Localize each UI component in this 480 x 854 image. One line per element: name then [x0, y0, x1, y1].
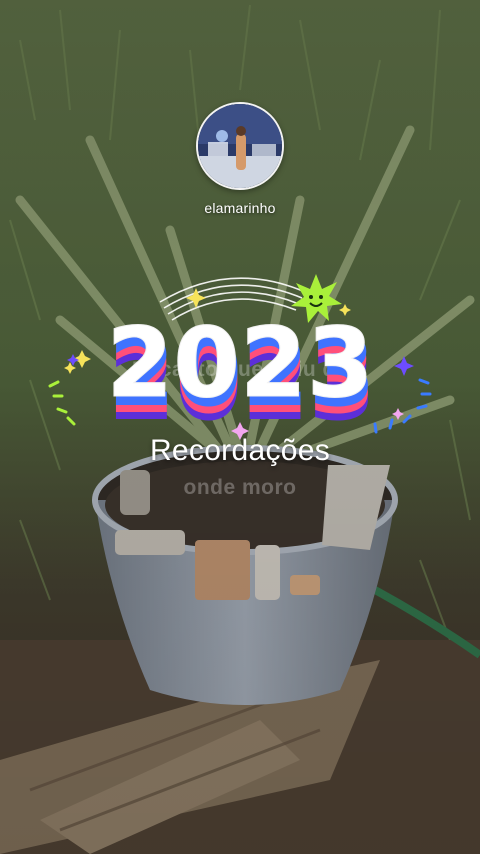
year-text-layers: 2023 2023 2023 2023: [106, 307, 376, 443]
story-viewer[interactable]: elamarinho Recanto que uniu de onde moro: [0, 0, 480, 854]
confetti-lines-icon: [48, 380, 76, 426]
svg-text:2023: 2023: [106, 307, 373, 419]
avatar-photo-icon[interactable]: [196, 102, 284, 190]
profile-header[interactable]: elamarinho: [0, 102, 480, 216]
avatar-image: [198, 104, 282, 188]
recordacoes-title: Recordações: [149, 434, 331, 467]
username[interactable]: elamarinho: [204, 200, 275, 216]
confetti-blue-icon: [373, 378, 432, 434]
